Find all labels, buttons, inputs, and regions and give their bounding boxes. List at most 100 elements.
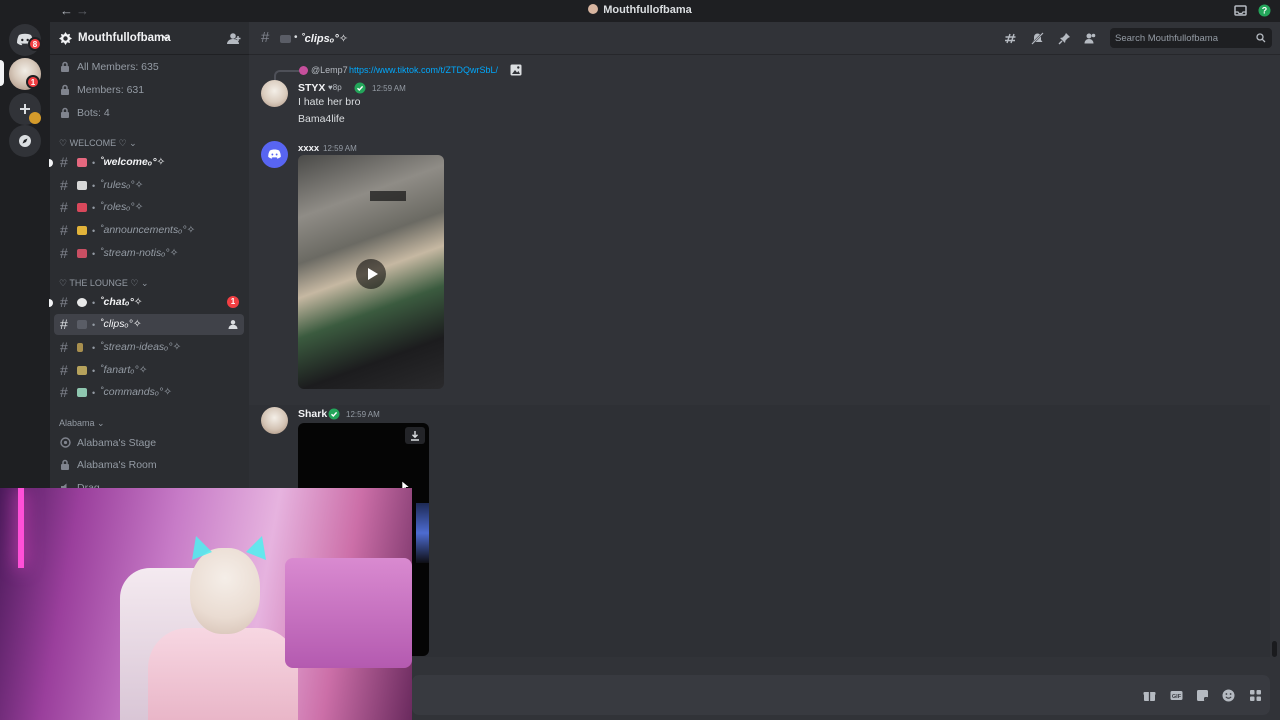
channel-name: ˚commandsₒ°✧ bbox=[100, 386, 172, 398]
verified-badge-icon bbox=[328, 408, 340, 420]
channel-clips[interactable]: # • ˚clipsₒ°✧ bbox=[54, 314, 244, 335]
reply-link[interactable]: https://www.tiktok.com/t/ZTDQwrSbL/ bbox=[349, 65, 498, 75]
stat-all-members: All Members: 635 bbox=[54, 56, 244, 77]
message-text: I hate her bro bbox=[298, 96, 361, 108]
stat-label: All Members: 635 bbox=[77, 61, 159, 73]
avatar[interactable] bbox=[261, 80, 288, 107]
book-emoji-icon bbox=[77, 181, 87, 190]
voice-channel-name: Alabama's Stage bbox=[77, 437, 157, 449]
window-title: Mouthfullofbama bbox=[0, 4, 1280, 16]
reply-author[interactable]: @Lemp7 bbox=[311, 65, 348, 75]
add-friend-icon[interactable] bbox=[227, 32, 241, 45]
lock-icon bbox=[61, 84, 69, 95]
download-button[interactable] bbox=[405, 427, 425, 444]
server-boost-icon bbox=[59, 32, 72, 45]
clapper-emoji-icon bbox=[77, 320, 87, 329]
clapper-emoji-icon bbox=[280, 35, 291, 43]
gif-icon[interactable]: GIF bbox=[1170, 689, 1183, 702]
category-label: Alabama bbox=[59, 418, 95, 428]
channel-stream-ideas[interactable]: # • ˚stream-ideasₒ°✧ bbox=[54, 337, 244, 358]
category-lounge[interactable]: ♡ THE LOUNGE ♡ ⌄ bbox=[59, 278, 149, 289]
scrollbar[interactable] bbox=[1272, 641, 1277, 657]
chevron-down-icon: ⌄ bbox=[141, 278, 149, 288]
channel-name: ˚chatₒ°✧ bbox=[100, 296, 143, 308]
cat-ear-headset-icon bbox=[192, 536, 266, 560]
user-tag-text: 8p bbox=[332, 83, 342, 92]
avatar[interactable] bbox=[261, 407, 288, 434]
rose-emoji-icon bbox=[77, 203, 87, 212]
user-tag-badge: ♥8p bbox=[328, 83, 342, 92]
message-author[interactable]: xxxx bbox=[298, 143, 319, 154]
search-input[interactable]: Search Mouthfullofbama bbox=[1110, 28, 1272, 48]
channel-welcome[interactable]: # • ˚welcomeₒ°✧ bbox=[49, 152, 244, 173]
gift-icon[interactable] bbox=[1143, 689, 1156, 702]
hashtag-icon: # bbox=[60, 222, 68, 238]
category-welcome[interactable]: ♡ WELCOME ♡ ⌄ bbox=[59, 138, 137, 149]
channel-name: ˚rulesₒ°✧ bbox=[100, 179, 144, 191]
separator-dot: • bbox=[92, 366, 96, 376]
lock-icon bbox=[61, 459, 69, 470]
sticker-icon[interactable] bbox=[1196, 689, 1209, 702]
emoji-icon[interactable] bbox=[1222, 689, 1235, 702]
svg-text:GIF: GIF bbox=[1172, 694, 1182, 700]
hashtag-icon: # bbox=[60, 294, 68, 310]
apps-icon[interactable] bbox=[1249, 689, 1262, 702]
verified-badge-icon bbox=[354, 82, 366, 94]
voice-channel-room[interactable]: Alabama's Room bbox=[54, 454, 244, 475]
channel-name: ˚rolesₒ°✧ bbox=[100, 201, 144, 213]
explore-servers-button[interactable] bbox=[9, 125, 41, 157]
chevron-down-icon: ⌄ bbox=[129, 138, 137, 148]
hashtag-icon: # bbox=[60, 245, 68, 261]
message-timestamp: 12:59 AM bbox=[346, 410, 380, 419]
mute-bell-icon[interactable] bbox=[1031, 32, 1044, 45]
flower-emoji-icon bbox=[77, 249, 87, 258]
threads-icon[interactable] bbox=[1004, 32, 1017, 45]
channel-name: ˚fanartₒ°✧ bbox=[100, 364, 148, 376]
add-member-icon[interactable] bbox=[228, 319, 239, 330]
voice-channel-name: Alabama's Room bbox=[77, 459, 157, 471]
play-icon[interactable] bbox=[356, 259, 386, 289]
message-author[interactable]: STYX bbox=[298, 82, 325, 94]
title-bar: ← → Mouthfullofbama ? bbox=[0, 0, 1280, 22]
hashtag-icon: # bbox=[60, 339, 68, 355]
avatar[interactable] bbox=[261, 141, 288, 168]
help-icon[interactable]: ? bbox=[1258, 4, 1271, 17]
member-list-icon[interactable] bbox=[1084, 32, 1097, 45]
webcam-overlay bbox=[0, 488, 412, 720]
server-decoration-icon bbox=[29, 112, 41, 124]
inbox-icon[interactable] bbox=[1234, 4, 1247, 17]
hashtag-icon: # bbox=[60, 154, 68, 170]
hashtag-icon: # bbox=[60, 199, 68, 215]
channel-fanart[interactable]: # • ˚fanartₒ°✧ bbox=[54, 360, 244, 381]
separator-dot: • bbox=[92, 343, 96, 353]
chevron-down-icon: ⌄ bbox=[97, 418, 105, 428]
hashtag-icon: # bbox=[60, 316, 68, 332]
channel-stream-notis[interactable]: # • ˚stream-notisₒ°✧ bbox=[54, 243, 244, 264]
window-title-text: Mouthfullofbama bbox=[603, 4, 692, 16]
channel-announcements[interactable]: # • ˚announcementsₒ°✧ bbox=[54, 220, 244, 241]
notification-badge: 8 bbox=[28, 37, 42, 51]
voice-channel-stage[interactable]: Alabama's Stage bbox=[54, 432, 244, 453]
message-input[interactable] bbox=[412, 675, 1270, 715]
speech-bubble-emoji-icon bbox=[77, 298, 87, 307]
separator-dot: • bbox=[294, 32, 298, 43]
palette-emoji-icon bbox=[77, 366, 87, 375]
category-alabama[interactable]: Alabama ⌄ bbox=[59, 418, 105, 429]
lock-icon bbox=[61, 61, 69, 72]
server-header[interactable]: Mouthfullofbama bbox=[50, 22, 249, 55]
search-placeholder: Search Mouthfullofbama bbox=[1115, 33, 1218, 44]
video-attachment[interactable] bbox=[298, 155, 444, 389]
unread-indicator bbox=[49, 299, 53, 307]
bed-pillows bbox=[285, 558, 412, 668]
separator-dot: • bbox=[92, 388, 96, 398]
channel-name: ˚welcomeₒ°✧ bbox=[100, 156, 166, 168]
pin-icon[interactable] bbox=[1058, 32, 1071, 45]
channel-chat[interactable]: # • ˚chatₒ°✧ 1 bbox=[49, 292, 244, 313]
message-author[interactable]: Shark bbox=[298, 408, 327, 420]
channel-roles[interactable]: # • ˚rolesₒ°✧ bbox=[54, 197, 244, 218]
message-timestamp: 12:59 AM bbox=[372, 84, 406, 93]
chat-header: # • ˚clipsₒ°✧ Search Mouthfullofbama bbox=[249, 22, 1280, 55]
stat-label: Bots: 4 bbox=[77, 107, 110, 119]
channel-rules[interactable]: # • ˚rulesₒ°✧ bbox=[54, 175, 244, 196]
channel-commands[interactable]: # • ˚commandsₒ°✧ bbox=[54, 382, 244, 403]
